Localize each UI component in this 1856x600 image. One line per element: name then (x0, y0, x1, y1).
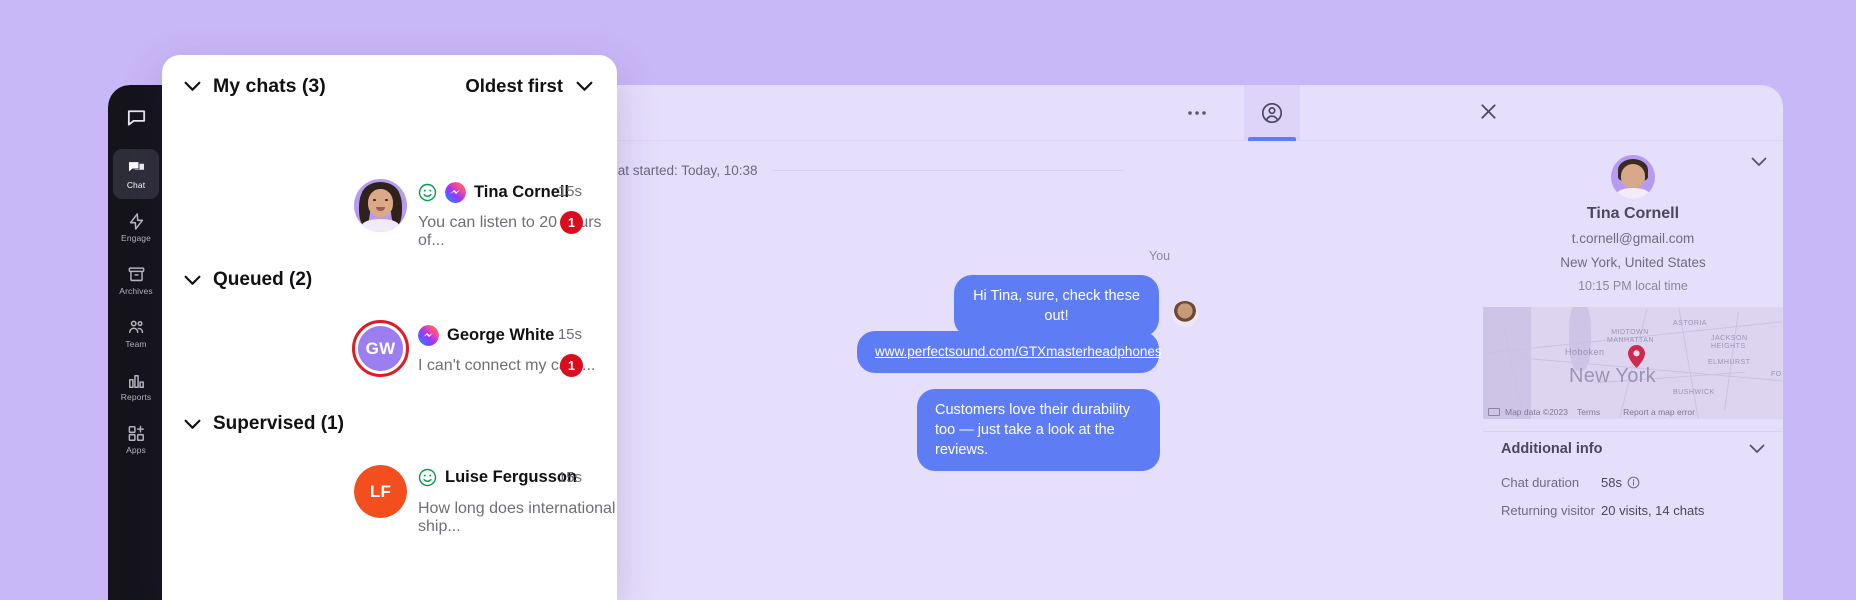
unread-badge: 1 (560, 354, 583, 377)
avatar: LF (354, 465, 407, 518)
chat-list-item-header: George White (418, 325, 554, 346)
chevron-down-icon[interactable] (576, 81, 593, 92)
smiley-green-icon (418, 183, 437, 202)
contact-details-panel: Tina Cornell t.cornell@gmail.com New Yor… (1483, 141, 1783, 600)
map-attribution: Map data ©2023 Terms Report a map error (1483, 407, 1783, 417)
map-report-link[interactable]: Report a map error (1623, 407, 1695, 417)
chevron-down-icon[interactable] (1751, 157, 1767, 167)
chat-list-item-name: George White (447, 326, 555, 344)
avatar-with-alert-ring: GW (352, 320, 409, 377)
map-data-text: Map data ©2023 (1505, 407, 1568, 417)
info-row-key: Returning visitor (1501, 503, 1595, 518)
info-circle-icon[interactable] (1627, 476, 1640, 489)
section-title: Queued (2) (213, 269, 313, 290)
contact-location: New York, United States (1560, 255, 1706, 270)
screenshot-root: Chat Engage Archives Team Reports Apps C… (0, 0, 1856, 600)
contact-name: Tina Cornell (1586, 205, 1680, 222)
chat-list-item[interactable]: GW George White I can't connect my card.… (162, 316, 617, 390)
avatar (1611, 155, 1655, 199)
sidebar-item-label: Apps (126, 444, 146, 455)
chevron-down-icon[interactable] (184, 81, 201, 92)
map-label: MIDTOWN MANHATTAN (1607, 329, 1655, 345)
sidebar-item-label: Reports (120, 391, 152, 402)
sidebar-nav-rail: Chat Engage Archives Team Reports Apps (108, 85, 164, 600)
section-header-supervised[interactable]: Supervised (1) (184, 413, 344, 435)
contact-local-time: 10:15 PM local time (1578, 279, 1688, 293)
avatar (1172, 301, 1198, 327)
map-label: ELMHURST (1708, 359, 1751, 366)
sort-dropdown[interactable]: Oldest first (465, 75, 593, 97)
map-terms-link[interactable]: Terms (1577, 407, 1600, 417)
chat-list-item-preview: You can listen to 20 hours of... (418, 214, 602, 249)
info-row-value-text: 58s (1601, 475, 1622, 490)
chat-list-item-name: Tina Cornell (474, 183, 570, 201)
message-bubble-outgoing: Customers love their durability too — ju… (917, 389, 1160, 471)
chat-list-header: My chats (3) Oldest first (162, 55, 617, 117)
chevron-down-icon[interactable] (184, 275, 201, 286)
additional-info-title: Additional info (1501, 440, 1603, 457)
map-pin-icon (1628, 345, 1645, 368)
map-city-label: New York (1569, 365, 1656, 387)
sender-label-you: You (1149, 249, 1171, 263)
message-bubble-outgoing: Hi Tina, sure, check these out! (954, 275, 1159, 337)
chevron-down-icon[interactable] (184, 419, 201, 430)
section-title: My chats (3) (213, 74, 326, 97)
chat-bubble-icon[interactable] (118, 99, 154, 135)
map-label: ASTORIA (1673, 320, 1708, 327)
info-row-key: Chat duration (1501, 475, 1580, 490)
info-row-value: 58s (1601, 475, 1640, 490)
section-header-my-chats[interactable]: My chats (3) (184, 75, 326, 98)
avatar (354, 179, 407, 232)
sidebar-item-label: Archives (119, 285, 153, 296)
avatar-initials: LF (354, 465, 407, 518)
map-label: FO (1771, 371, 1782, 378)
divider-line (771, 170, 1125, 171)
chat-list-item-header: Tina Cornell (418, 182, 569, 203)
chat-list-item-time: 15s (557, 326, 582, 343)
chat-started-label: Chat started: Today, 10:38 (600, 163, 758, 178)
sidebar-item-label: Team (125, 338, 147, 349)
chat-list-panel: My chats (3) Oldest first Tina Cornell Y… (162, 55, 617, 600)
map-label: BUSHWICK (1673, 389, 1715, 396)
section-header-queued[interactable]: Queued (2) (184, 269, 312, 291)
messenger-icon (418, 325, 439, 346)
chat-list-item[interactable]: Tina Cornell You can listen to 20 hours … (162, 173, 617, 249)
user-circle-icon[interactable] (1244, 85, 1300, 141)
sidebar-item-label: Engage (121, 232, 151, 243)
chat-list-item-time: 15s (557, 469, 582, 486)
section-title: Supervised (1) (213, 413, 344, 434)
info-row: Chat duration 58s (1501, 475, 1771, 490)
sidebar-item-engage[interactable]: Engage (113, 202, 159, 252)
sidebar-item-archives[interactable]: Archives (113, 255, 159, 305)
message-bubble-outgoing-link[interactable]: www.perfectsound.com/GTXmasterheadphones (857, 331, 1162, 373)
contact-email: t.cornell@gmail.com (1571, 231, 1695, 246)
map-label: JACKSON HEIGHTS (1711, 335, 1748, 351)
sort-label: Oldest first (465, 75, 563, 96)
location-map[interactable]: ASTORIA JACKSON HEIGHTS MIDTOWN MANHATTA… (1483, 307, 1783, 419)
additional-info-header[interactable]: Additional info (1483, 431, 1783, 465)
chat-list-item-header: Luise Fergusson (418, 468, 577, 487)
messenger-icon (445, 182, 466, 203)
sidebar-item-label: Chat (126, 179, 146, 190)
active-tab-indicator (1248, 137, 1296, 141)
sidebar-item-chat[interactable]: Chat (113, 149, 159, 199)
chevron-down-icon[interactable] (1749, 444, 1765, 454)
smiley-green-icon (418, 468, 437, 487)
info-row: Returning visitor 20 visits, 14 chats (1501, 503, 1771, 518)
avatar-initials: GW (358, 326, 403, 371)
chat-list-item-time: 15s (557, 183, 582, 200)
close-icon[interactable] (1477, 100, 1500, 128)
chat-list-item[interactable]: LF Luise Fergusson How long does interna… (162, 459, 617, 535)
map-label: Hoboken (1565, 347, 1605, 357)
chat-list-item-preview: How long does international ship... (418, 500, 616, 535)
sidebar-item-team[interactable]: Team (113, 308, 159, 358)
sidebar-item-apps[interactable]: Apps (113, 414, 159, 464)
sidebar-item-reports[interactable]: Reports (113, 361, 159, 411)
product-link[interactable]: www.perfectsound.com/GTXmasterheadphones (875, 344, 1162, 359)
info-row-value: 20 visits, 14 chats (1601, 503, 1705, 518)
ellipsis-icon[interactable] (1187, 103, 1207, 121)
unread-badge: 1 (560, 211, 583, 234)
